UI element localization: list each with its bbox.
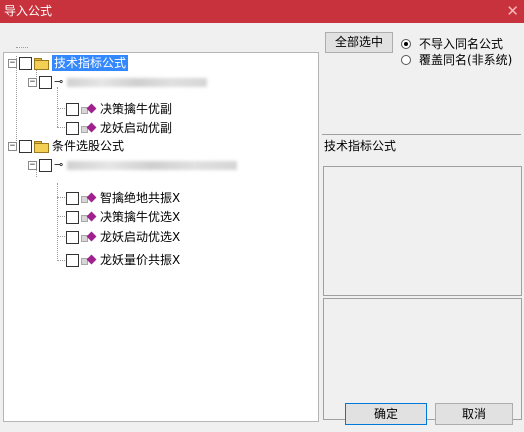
- checkbox[interactable]: [39, 158, 52, 172]
- tree-leaf[interactable]: 龙妖量价共振X: [66, 251, 180, 269]
- checkbox[interactable]: [66, 102, 79, 116]
- formula-icon: [81, 103, 97, 115]
- select-all-button[interactable]: 全部选中: [325, 32, 393, 53]
- collapse-icon[interactable]: −: [28, 160, 37, 170]
- radio-label: 覆盖同名(非系统): [419, 53, 513, 67]
- collapse-icon[interactable]: −: [8, 141, 17, 151]
- formula-type-label: 技术指标公式: [324, 139, 397, 153]
- tree-leaf[interactable]: 智擒绝地共振X: [66, 189, 180, 207]
- checkbox[interactable]: [66, 230, 79, 244]
- radio-button[interactable]: [401, 54, 411, 65]
- collapse-icon[interactable]: −: [28, 77, 37, 87]
- redacted-text: [67, 77, 208, 87]
- tree-leaf-label: 智擒绝地共振X: [100, 191, 181, 205]
- tree-connector: [57, 183, 58, 261]
- tree-leaf[interactable]: 决策擒牛优副: [66, 100, 172, 118]
- formula-icon: [81, 231, 97, 243]
- checkbox[interactable]: [19, 56, 32, 70]
- tree-leaf[interactable]: 龙妖启动优选X: [66, 228, 180, 246]
- tree-leaf-label: 龙妖启动优副: [100, 121, 173, 135]
- dialog-body: − 技术指标公式 − ⊸ 决策擒牛优副 龙妖启动优副 − 条件选股公式 − ⊸ …: [0, 23, 524, 432]
- tree-node-label: 条件选股公式: [52, 139, 125, 153]
- checkbox[interactable]: [66, 121, 79, 135]
- checkbox[interactable]: [19, 139, 32, 153]
- checkbox[interactable]: [39, 75, 52, 89]
- formula-tree[interactable]: − 技术指标公式 − ⊸ 决策擒牛优副 龙妖启动优副 − 条件选股公式 − ⊸ …: [3, 47, 319, 422]
- tree-leaf-label: 龙妖启动优选X: [100, 230, 181, 244]
- tree-leaf-label: 决策擒牛优副: [100, 102, 173, 116]
- collapse-icon[interactable]: −: [8, 58, 17, 68]
- folder-icon: [34, 140, 49, 153]
- formula-icon: [81, 192, 97, 204]
- ok-button[interactable]: 确定: [345, 403, 427, 425]
- tree-node-group[interactable]: − ⊸: [28, 73, 208, 91]
- tree-leaf[interactable]: 决策擒牛优选X: [66, 208, 180, 226]
- tree-leaf-label: 决策擒牛优选X: [100, 210, 181, 224]
- radio-overwrite-same-name[interactable]: 覆盖同名(非系统): [401, 51, 512, 68]
- description-panel: [323, 166, 522, 296]
- title-bar: 导入公式 ✕: [0, 0, 524, 23]
- checkbox[interactable]: [66, 191, 79, 205]
- checkbox[interactable]: [66, 253, 79, 267]
- radio-label: 不导入同名公式: [419, 37, 504, 51]
- redacted-text: [67, 160, 238, 170]
- radio-button[interactable]: [401, 38, 411, 49]
- tree-node-label: 技术指标公式: [52, 55, 129, 71]
- checkbox[interactable]: [66, 210, 79, 224]
- tree-node-stock-screening[interactable]: − 条件选股公式: [8, 137, 124, 155]
- parameter-panel: [323, 298, 522, 420]
- tree-connector: [16, 47, 28, 48]
- cancel-button[interactable]: 取消: [435, 403, 513, 425]
- formula-icon: [81, 122, 97, 134]
- close-icon[interactable]: ✕: [506, 2, 519, 20]
- tree-leaf-label: 龙妖量价共振X: [100, 253, 181, 267]
- formula-icon: [81, 211, 97, 223]
- key-icon: ⊸: [54, 75, 64, 88]
- tree-leaf[interactable]: 龙妖启动优副: [66, 119, 172, 137]
- formula-icon: [81, 254, 97, 266]
- radio-skip-same-name[interactable]: 不导入同名公式: [401, 35, 503, 52]
- tree-connector: [57, 87, 58, 127]
- window-title: 导入公式: [4, 4, 53, 18]
- formula-type-box: 技术指标公式: [322, 134, 521, 166]
- folder-icon: [34, 57, 49, 70]
- key-icon: ⊸: [54, 158, 64, 171]
- tree-node-technical-indicators[interactable]: − 技术指标公式: [8, 54, 129, 72]
- tree-node-group[interactable]: − ⊸: [28, 156, 238, 174]
